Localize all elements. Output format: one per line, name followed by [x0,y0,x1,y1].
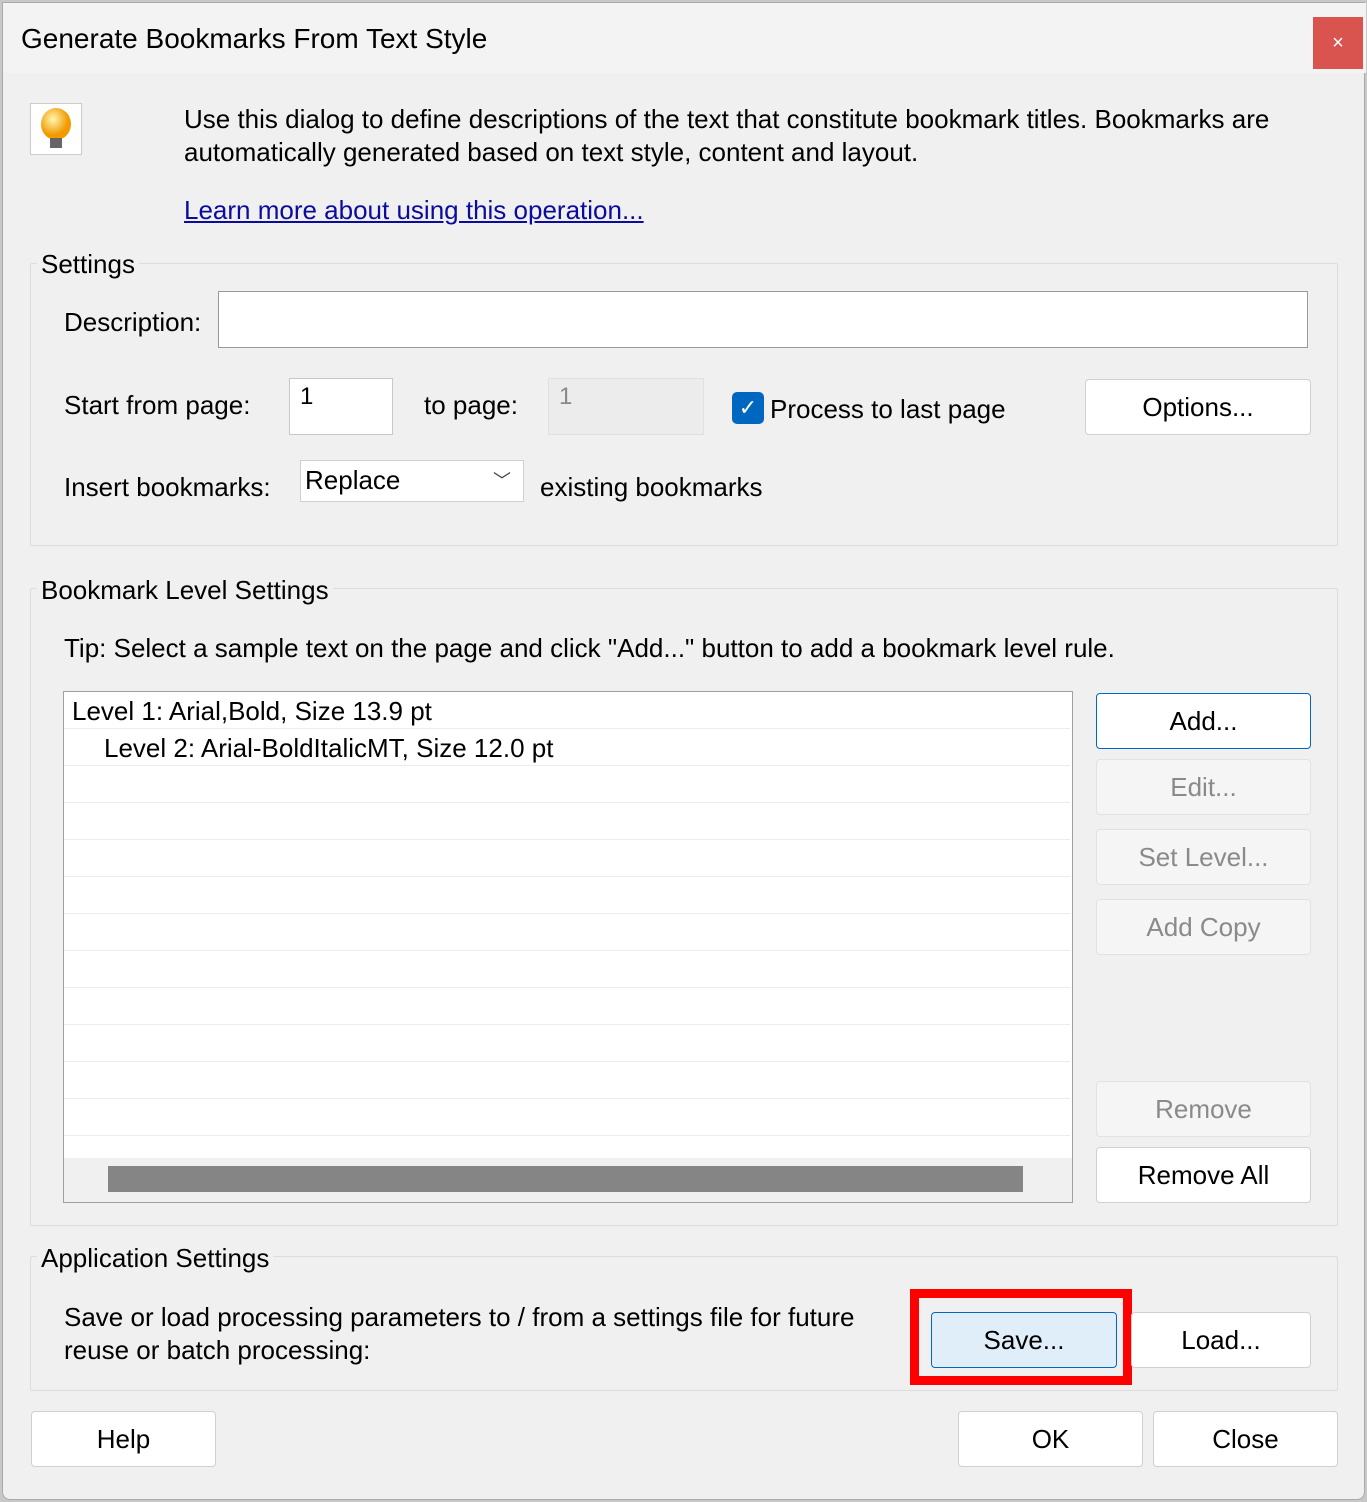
learn-more-link[interactable]: Learn more about using this operation... [184,195,644,226]
insert-bookmarks-suffix: existing bookmarks [540,472,763,502]
tip-text: Tip: Select a sample text on the page an… [64,633,1115,663]
app-settings-legend: Application Settings [37,1243,274,1274]
help-button[interactable]: Help [31,1411,216,1467]
close-button[interactable]: Close [1153,1411,1338,1467]
edit-button[interactable]: Edit... [1096,759,1311,815]
lightbulb-icon [30,103,82,155]
app-settings-text-2: reuse or batch processing: [64,1335,371,1365]
horizontal-scrollbar[interactable] [64,1158,1072,1202]
insert-bookmarks-label: Insert bookmarks: [64,472,271,502]
set-level-button[interactable]: Set Level... [1096,829,1311,885]
remove-button[interactable]: Remove [1096,1081,1311,1137]
options-button[interactable]: Options... [1085,379,1311,435]
dialog-title: Generate Bookmarks From Text Style [21,23,488,54]
levels-legend: Bookmark Level Settings [37,575,333,606]
load-button[interactable]: Load... [1131,1312,1311,1368]
insert-bookmarks-value: Replace [305,465,401,495]
intro-text: Use this dialog to define descriptions o… [184,104,1270,134]
level-list[interactable]: Level 1: Arial,Bold, Size 13.9 pt Level … [63,691,1073,1203]
chevron-down-icon: ﹀ [493,471,511,491]
list-item[interactable]: Level 1: Arial,Bold, Size 13.9 pt [64,692,1070,729]
app-settings-text: Save or load processing parameters to / … [64,1302,855,1332]
dialog: Generate Bookmarks From Text Style × Use… [2,2,1366,1500]
description-input[interactable] [218,291,1308,348]
to-page-label: to page: [424,390,518,420]
ok-button[interactable]: OK [958,1411,1143,1467]
add-button[interactable]: Add... [1096,693,1311,749]
add-copy-button[interactable]: Add Copy [1096,899,1311,955]
description-label: Description: [64,307,202,337]
close-icon[interactable]: × [1313,17,1363,69]
scrollbar-thumb[interactable] [108,1166,1023,1192]
settings-legend: Settings [37,249,139,280]
to-page-input[interactable]: 1 [548,378,704,435]
process-last-checkbox[interactable]: ✓ [732,392,764,424]
intro-text-2: automatically generated based on text st… [184,137,919,167]
list-item[interactable]: Level 2: Arial-BoldItalicMT, Size 12.0 p… [64,729,1070,766]
process-last-label[interactable]: Process to last page [770,394,1006,425]
remove-all-button[interactable]: Remove All [1096,1147,1311,1203]
save-button[interactable]: Save... [931,1312,1117,1368]
insert-bookmarks-select[interactable]: Replace ﹀ [300,460,524,502]
start-page-input[interactable]: 1 [289,378,393,435]
start-page-label: Start from page: [64,390,251,420]
